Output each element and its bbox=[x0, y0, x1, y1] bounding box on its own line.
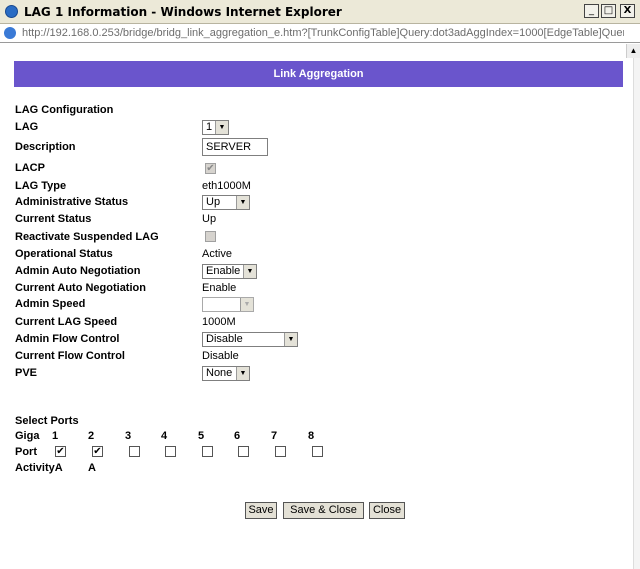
port-number: 8 bbox=[308, 430, 315, 442]
chevron-down-icon[interactable]: ▼ bbox=[240, 298, 253, 311]
reactivate-label: Reactivate Suspended LAG bbox=[15, 231, 159, 243]
checkmark-icon: ✔ bbox=[93, 446, 102, 457]
admin-speed-select[interactable]: ▼ bbox=[202, 297, 254, 312]
lag-label: LAG bbox=[15, 121, 39, 133]
port-number: 6 bbox=[234, 430, 241, 442]
reactivate-checkbox[interactable] bbox=[205, 231, 216, 242]
lacp-label: LACP bbox=[15, 162, 45, 174]
close-window-button[interactable]: X bbox=[620, 4, 635, 18]
port-number: 2 bbox=[88, 430, 95, 442]
select-ports-title: Select Ports bbox=[15, 415, 79, 427]
minimize-button[interactable]: _ bbox=[584, 4, 599, 18]
port-label: Port bbox=[15, 446, 37, 458]
admin-flow-label: Admin Flow Control bbox=[15, 333, 120, 345]
current-lag-speed-label: Current LAG Speed bbox=[15, 316, 118, 328]
chevron-down-icon[interactable]: ▼ bbox=[215, 121, 228, 134]
current-auto-neg-value: Enable bbox=[202, 282, 237, 294]
vertical-scrollbar[interactable] bbox=[633, 58, 640, 569]
port-checkbox-6[interactable] bbox=[238, 446, 249, 457]
port-number: 7 bbox=[271, 430, 278, 442]
page-icon bbox=[4, 27, 16, 39]
lag-type-label: LAG Type bbox=[15, 180, 67, 192]
checkmark-icon: ✔ bbox=[56, 446, 65, 457]
pve-label: PVE bbox=[15, 367, 38, 379]
window-titlebar: LAG 1 Information - Windows Internet Exp… bbox=[0, 0, 640, 24]
admin-auto-neg-select[interactable]: Enable ▼ bbox=[202, 264, 257, 279]
description-input[interactable]: SERVER bbox=[202, 138, 268, 156]
chevron-down-icon[interactable]: ▼ bbox=[236, 196, 249, 209]
current-status-value: Up bbox=[202, 213, 217, 225]
pve-value: None bbox=[206, 367, 233, 379]
pve-select[interactable]: None ▼ bbox=[202, 366, 250, 381]
admin-status-select[interactable]: Up ▼ bbox=[202, 195, 250, 210]
chevron-down-icon[interactable]: ▼ bbox=[236, 367, 249, 380]
admin-flow-value: Disable bbox=[206, 333, 243, 345]
save-button[interactable]: Save bbox=[245, 502, 277, 519]
admin-auto-neg-value: Enable bbox=[206, 265, 241, 277]
port-checkbox-5[interactable] bbox=[202, 446, 213, 457]
current-auto-neg-label: Current Auto Negotiation bbox=[15, 282, 146, 294]
description-label: Description bbox=[15, 141, 76, 153]
lag-select-value: 1 bbox=[206, 121, 213, 133]
page-header: Link Aggregation bbox=[14, 61, 623, 87]
admin-flow-select[interactable]: Disable ▼ bbox=[202, 332, 298, 347]
chevron-down-icon[interactable]: ▼ bbox=[243, 265, 256, 278]
port-number: 5 bbox=[198, 430, 205, 442]
activity-label: ActivityA bbox=[15, 462, 63, 474]
port-activity: A bbox=[88, 462, 96, 474]
current-flow-label: Current Flow Control bbox=[15, 350, 125, 362]
lag-type-value: eth1000M bbox=[202, 180, 251, 192]
lag-configuration-title: LAG Configuration bbox=[15, 104, 114, 116]
close-button[interactable]: Close bbox=[369, 502, 405, 519]
current-lag-speed-value: 1000M bbox=[202, 316, 236, 328]
chevron-down-icon[interactable]: ▼ bbox=[284, 333, 297, 346]
admin-status-value: Up bbox=[206, 196, 221, 208]
scroll-up-icon[interactable]: ▲ bbox=[626, 44, 640, 58]
port-checkbox-1[interactable]: ✔ bbox=[55, 446, 66, 457]
port-checkbox-4[interactable] bbox=[165, 446, 176, 457]
operational-status-label: Operational Status bbox=[15, 248, 113, 260]
save-close-button[interactable]: Save & Close bbox=[283, 502, 364, 519]
port-number: 1 bbox=[52, 430, 59, 442]
checkmark-icon: ✔ bbox=[206, 163, 215, 174]
address-url[interactable]: http://192.168.0.253/bridge/bridg_link_a… bbox=[22, 27, 624, 39]
admin-speed-label: Admin Speed bbox=[15, 298, 86, 310]
port-checkbox-2[interactable]: ✔ bbox=[92, 446, 103, 457]
window-title: LAG 1 Information - Windows Internet Exp… bbox=[24, 5, 342, 19]
lag-select[interactable]: 1 ▼ bbox=[202, 120, 229, 135]
maximize-button[interactable]: □ bbox=[601, 4, 616, 18]
port-number: 4 bbox=[161, 430, 168, 442]
giga-label: Giga bbox=[15, 430, 40, 442]
ie-icon bbox=[5, 5, 18, 18]
address-bar[interactable]: http://192.168.0.253/bridge/bridg_link_a… bbox=[0, 24, 640, 43]
admin-status-label: Administrative Status bbox=[15, 196, 129, 208]
lacp-checkbox[interactable]: ✔ bbox=[205, 163, 216, 174]
port-checkbox-3[interactable] bbox=[129, 446, 140, 457]
operational-status-value: Active bbox=[202, 248, 232, 260]
admin-auto-neg-label: Admin Auto Negotiation bbox=[15, 265, 141, 277]
port-checkbox-7[interactable] bbox=[275, 446, 286, 457]
current-flow-value: Disable bbox=[202, 350, 239, 362]
port-number: 3 bbox=[125, 430, 132, 442]
current-status-label: Current Status bbox=[15, 213, 92, 225]
port-checkbox-8[interactable] bbox=[312, 446, 323, 457]
